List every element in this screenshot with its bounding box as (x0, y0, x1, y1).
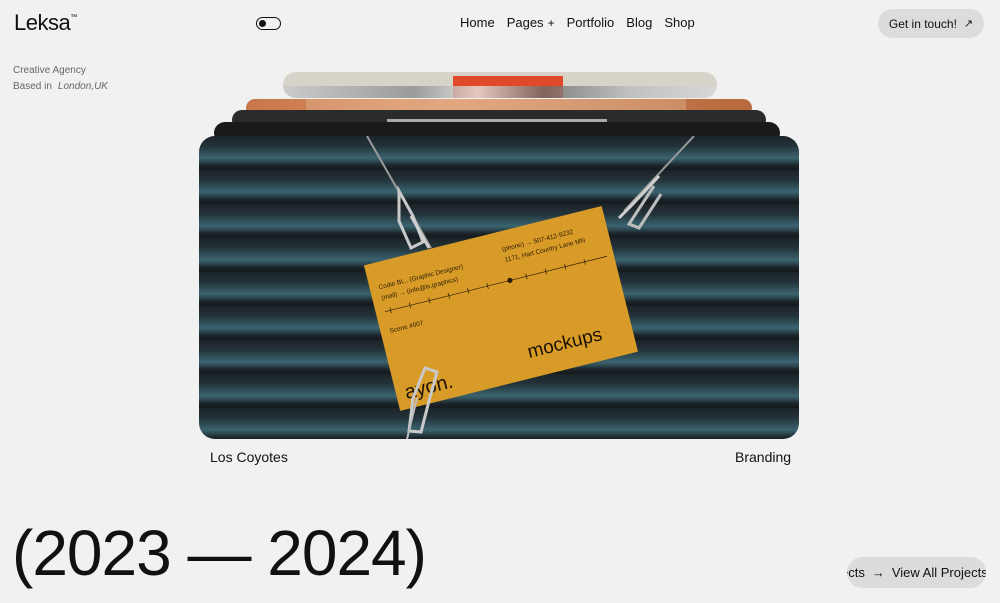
nav-blog[interactable]: Blog (626, 15, 652, 30)
theme-toggle[interactable] (256, 17, 281, 30)
agency-info: Creative Agency Based in London,UK (13, 63, 108, 95)
cta-label: Get in touch! (888, 16, 957, 31)
years-heading: (2023 — 2024) (12, 517, 427, 589)
trademark-mark: ™ (70, 14, 77, 21)
view-all-label: View All Projects (891, 565, 986, 580)
toggle-knob (258, 19, 266, 27)
get-in-touch-button[interactable]: Get in touch! ↗ (878, 9, 984, 38)
arrow-up-right-icon: ↗ (963, 18, 974, 30)
nav-portfolio[interactable]: Portfolio (567, 15, 615, 30)
logo[interactable]: Leksa™ (14, 10, 77, 36)
nav-home[interactable]: Home (460, 15, 495, 30)
tagline: Creative Agency (13, 65, 86, 76)
city: London,UK (57, 81, 108, 92)
card-image-strip (283, 86, 717, 98)
featured-project-image[interactable]: Codie Bl... (Graphic Designer) (mail) → … (199, 136, 799, 439)
nav-pages-label: Pages (506, 15, 544, 30)
arrow-right-icon: → (871, 565, 885, 580)
marquee-text-fragment: ects (847, 565, 865, 580)
based-label: Based in (13, 81, 52, 92)
nav-pages[interactable]: Pages + (507, 15, 555, 30)
view-all-projects-button[interactable]: ects → View All Projects (847, 557, 986, 588)
main-nav: Home Pages + Portfolio Blog Shop (460, 15, 695, 30)
plus-icon: + (547, 16, 555, 30)
logo-text: Leksa (14, 10, 71, 35)
business-card-mockup: Codie Bl... (Graphic Designer) (mail) → … (363, 136, 695, 439)
project-name[interactable]: Los Coyotes (210, 449, 288, 465)
nav-shop[interactable]: Shop (664, 15, 694, 30)
project-category: Branding (735, 449, 792, 465)
stack-card-1[interactable] (283, 72, 717, 98)
location: Based in London,UK (13, 79, 108, 95)
